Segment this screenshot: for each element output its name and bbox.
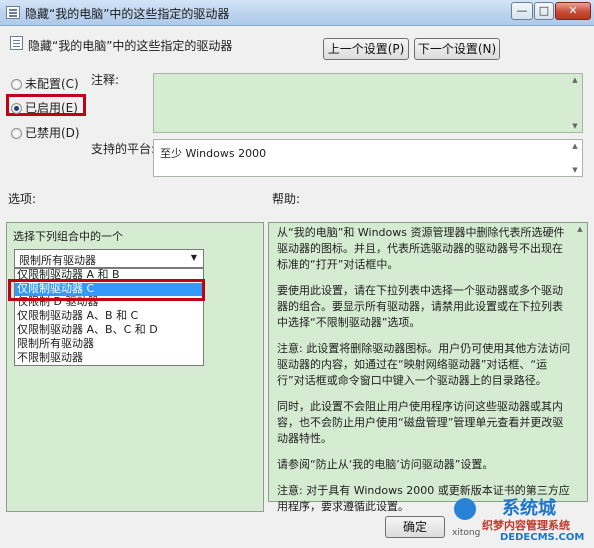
dropdown-arrow-icon: ▼ xyxy=(190,253,197,262)
comment-textarea[interactable]: ▲ ▼ xyxy=(153,73,583,133)
radio-enabled[interactable]: 已启用(E) xyxy=(11,99,78,116)
platform-label: 支持的平台: xyxy=(91,142,156,156)
scroll-up-icon[interactable]: ▲ xyxy=(570,76,580,84)
radio-not-configured[interactable]: 未配置(C) xyxy=(11,75,79,92)
scroll-down-icon[interactable]: ▼ xyxy=(570,166,580,174)
policy-app-icon xyxy=(6,6,20,19)
help-paragraph: 注意: 此设置将删除驱动器图标。用户仍可使用其他方法访问驱动器的内容，如通过在“… xyxy=(277,342,571,387)
close-icon: ✕ xyxy=(568,4,578,17)
help-paragraph: 请参阅“防止从‘我的电脑’访问驱动器”设置。 xyxy=(277,458,494,471)
help-paragraph: 要使用此设置，请在下拉列表中选择一个驱动器或多个驱动器的组合。要显示所有驱动器，… xyxy=(277,284,563,329)
site-watermark: 系统城 织梦内容管理系统 DEDECMS.COM xitong xyxy=(452,494,594,548)
combo-label: 选择下列组合中的一个 xyxy=(13,230,123,243)
select-value: 限制所有驱动器 xyxy=(19,254,96,267)
maximize-icon: □ xyxy=(538,4,550,17)
watermark-subtitle: 织梦内容管理系统 xyxy=(482,519,570,532)
watermark-fragment: xitong xyxy=(452,528,481,538)
globe-icon xyxy=(454,498,476,520)
minimize-icon: — xyxy=(516,4,528,17)
prev-setting-button[interactable]: 上一个设置(P) xyxy=(323,38,409,60)
scroll-up-icon[interactable]: ▲ xyxy=(570,142,580,150)
dropdown-option[interactable]: 仅限制驱动器 A、B、C 和 D xyxy=(15,324,203,336)
options-panel: 选择下列组合中的一个 限制所有驱动器 ▼ 仅限制驱动器 A 和 B 仅限制驱动器… xyxy=(6,222,264,512)
radio-label: 已启用(E) xyxy=(25,101,78,115)
maximize-button[interactable]: □ xyxy=(534,2,554,20)
platform-value: 至少 Windows 2000 xyxy=(160,147,267,160)
title-bar: 隐藏“我的电脑”中的这些指定的驱动器 — □ ✕ xyxy=(0,0,594,26)
help-paragraph: 同时，此设置不会阻止用户使用程序访问这些驱动器或其内容，也不会防止用户使用“磁盘… xyxy=(277,400,564,445)
radio-label: 未配置(C) xyxy=(25,77,79,91)
dropdown-option[interactable]: 仅限制驱动器 A、B 和 C xyxy=(15,310,203,322)
ok-button[interactable]: 确定 xyxy=(385,516,445,538)
highlight-box xyxy=(8,279,205,301)
options-label: 选项: xyxy=(8,192,37,206)
dropdown-option[interactable]: 不限制驱动器 xyxy=(15,352,203,364)
help-panel: 从“我的电脑”和 Windows 资源管理器中删除代表所选硬件驱动器的图标。并且… xyxy=(268,222,588,513)
watermark-domain: DEDECMS.COM xyxy=(500,532,585,543)
drive-restriction-select[interactable]: 限制所有驱动器 ▼ xyxy=(14,249,204,268)
help-paragraph: 从“我的电脑”和 Windows 资源管理器中删除代表所选硬件驱动器的图标。并且… xyxy=(277,226,565,271)
setting-title: 隐藏“我的电脑”中的这些指定的驱动器 xyxy=(28,39,233,53)
setting-icon xyxy=(10,36,23,50)
platform-field: 至少 Windows 2000 ▲ ▼ xyxy=(153,139,583,177)
next-setting-button[interactable]: 下一个设置(N) xyxy=(414,38,500,60)
window-title: 隐藏“我的电脑”中的这些指定的驱动器 xyxy=(25,7,230,21)
radio-disabled[interactable]: 已禁用(D) xyxy=(11,124,80,141)
help-label: 帮助: xyxy=(272,192,301,206)
radio-label: 已禁用(D) xyxy=(25,126,80,140)
minimize-button[interactable]: — xyxy=(511,2,533,20)
dropdown-option[interactable]: 限制所有驱动器 xyxy=(15,338,203,350)
radio-circle xyxy=(11,128,22,139)
radio-circle xyxy=(11,79,22,90)
scroll-down-icon[interactable]: ▼ xyxy=(570,122,580,130)
scroll-up-icon[interactable]: ▲ xyxy=(575,225,585,233)
close-button[interactable]: ✕ xyxy=(555,2,591,20)
comment-label: 注释: xyxy=(91,73,120,87)
radio-circle xyxy=(11,103,22,114)
